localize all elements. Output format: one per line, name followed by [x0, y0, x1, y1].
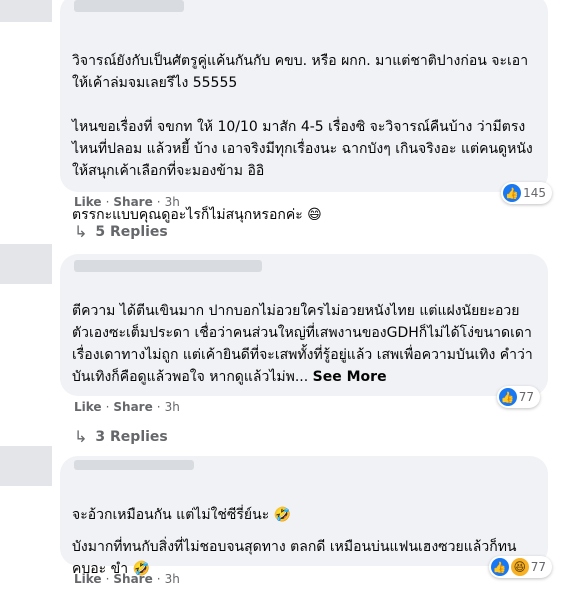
author-name[interactable]: [74, 260, 262, 272]
separator: ·: [156, 572, 161, 586]
comment-text: ตีความ ได้ตีนเขินมาก ปากบอกไม่อวยใครไม่อ…: [72, 278, 536, 388]
timestamp[interactable]: 3h: [165, 572, 180, 586]
like-icon: 👍: [490, 558, 509, 576]
like-icon: 👍: [503, 184, 522, 202]
separator: ·: [105, 572, 110, 586]
like-button[interactable]: Like: [74, 400, 102, 414]
like-button[interactable]: Like: [74, 572, 102, 586]
view-replies[interactable]: ↳ 3 Replies: [74, 427, 168, 446]
reaction-summary[interactable]: 👍 😆 77: [488, 556, 552, 578]
haha-icon: 😆: [510, 558, 529, 576]
comment-bubble: วิจารณ์ยังกับเป็นศัตรูคู่แค้นกันกับ คขบ.…: [60, 0, 552, 223]
author-name[interactable]: [74, 460, 194, 470]
comment-actions: Like · Share · 3h: [74, 195, 180, 209]
view-replies[interactable]: ↳ 5 Replies: [74, 222, 168, 241]
share-button[interactable]: Share: [113, 195, 152, 209]
replies-label: 3 Replies: [95, 428, 168, 445]
like-icon: 👍: [498, 388, 517, 406]
share-button[interactable]: Share: [113, 400, 152, 414]
comment-body: ตีความ ได้ตีนเขินมาก ปากบอกไม่อวยใครไม่อ…: [72, 303, 533, 385]
reaction-count: 77: [518, 390, 534, 404]
author-name[interactable]: [74, 0, 184, 12]
separator: ·: [105, 400, 110, 414]
share-button[interactable]: Share: [113, 572, 152, 586]
see-more-link[interactable]: See More: [313, 369, 387, 385]
comment-actions: Like · Share · 3h: [74, 400, 180, 414]
avatar[interactable]: [0, 0, 52, 22]
comment-bubble: ตีความ ได้ตีนเขินมาก ปากบอกไม่อวยใครไม่อ…: [60, 254, 548, 408]
reaction-count: 77: [530, 560, 546, 574]
separator: ·: [156, 195, 161, 209]
avatar[interactable]: [0, 446, 52, 486]
comment-bubble: จะอ้วกเหมือนกัน แต่ไม่ใช่ซีรี่ย์นะ 🤣 บัง…: [60, 456, 552, 578]
reaction-count: 145: [523, 186, 546, 200]
separator: ·: [105, 195, 110, 209]
comment-text: บังมากที่ทนกับสิ่งที่ไม่ชอบจนสุดทาง ตลกด…: [72, 514, 536, 580]
avatar[interactable]: [0, 244, 52, 284]
separator: ·: [156, 400, 161, 414]
reply-arrow-icon: ↳: [74, 427, 88, 446]
reaction-summary[interactable]: 👍 145: [501, 182, 552, 204]
timestamp[interactable]: 3h: [165, 195, 180, 209]
replies-label: 5 Replies: [95, 223, 168, 240]
reply-arrow-icon: ↳: [74, 222, 88, 241]
comment-actions: Like · Share · 3h: [74, 572, 180, 586]
reaction-summary[interactable]: 👍 77: [496, 386, 540, 408]
like-button[interactable]: Like: [74, 195, 102, 209]
timestamp[interactable]: 3h: [165, 400, 180, 414]
grin-emoji: 😄: [307, 207, 322, 223]
